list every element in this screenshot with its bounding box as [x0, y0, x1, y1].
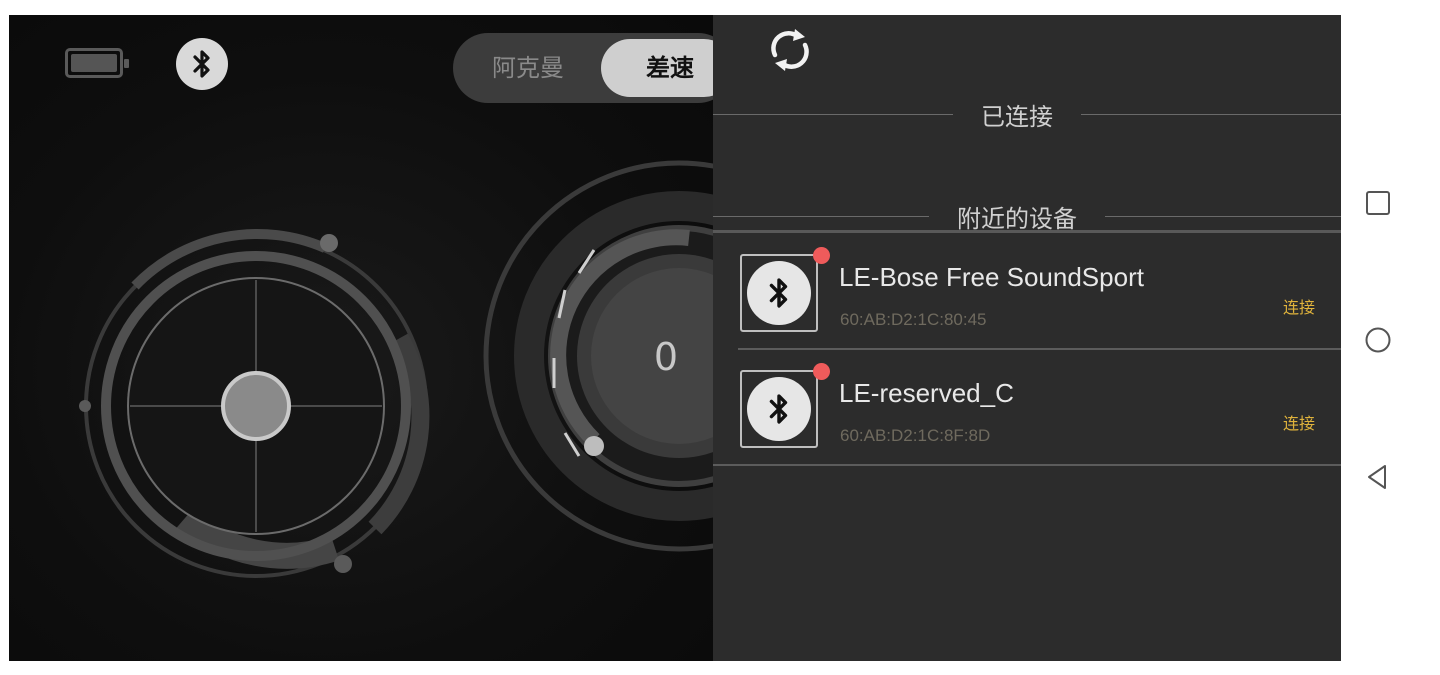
system-navigation-bar: [1341, 15, 1416, 661]
refresh-icon[interactable]: [765, 27, 815, 73]
bluetooth-icon: [747, 261, 811, 325]
device-item[interactable]: LE-Bose Free SoundSport 60:AB:D2:1C:80:4…: [713, 236, 1341, 350]
nearby-section-label: 附近的设备: [957, 205, 1077, 233]
nearby-section-header: 附近的设备: [713, 199, 1341, 234]
divider: [713, 464, 1341, 466]
status-dot: [813, 247, 830, 264]
connect-button[interactable]: 连接: [1283, 410, 1315, 434]
device-item[interactable]: LE-reserved_C 60:AB:D2:1C:8F:8D 连接: [713, 352, 1341, 466]
status-dot: [813, 363, 830, 380]
bluetooth-icon[interactable]: [176, 38, 228, 90]
mode-option-ackermann[interactable]: 阿克曼: [453, 33, 603, 103]
connect-button[interactable]: 连接: [1283, 294, 1315, 318]
bluetooth-drawer: 已连接 附近的设备 LE-Bose Free SoundSport 60:AB:…: [713, 15, 1341, 661]
device-name: LE-reserved_C: [839, 378, 1014, 408]
control-panel: 阿克曼 差速 0: [9, 15, 713, 661]
device-icon: [740, 370, 818, 448]
connected-section-label: 已连接: [981, 103, 1053, 131]
device-mac: 60:AB:D2:1C:80:45: [840, 310, 987, 329]
mode-option-differential[interactable]: 差速: [601, 39, 713, 97]
device-icon: [740, 254, 818, 332]
connected-section-header: 已连接: [713, 97, 1341, 132]
divider: [738, 348, 1341, 350]
circle-home-icon[interactable]: [1363, 325, 1393, 355]
joystick-dial[interactable]: [75, 228, 437, 590]
bluetooth-icon: [747, 377, 811, 441]
divider: [713, 230, 1341, 233]
speed-value: 0: [653, 335, 679, 379]
mode-toggle[interactable]: 阿克曼 差速: [453, 33, 713, 103]
device-mac: 60:AB:D2:1C:8F:8D: [840, 426, 991, 445]
square-recent-icon[interactable]: [1363, 188, 1393, 218]
battery-icon: [65, 48, 129, 78]
device-name: LE-Bose Free SoundSport: [839, 262, 1144, 292]
triangle-back-icon[interactable]: [1363, 462, 1393, 492]
